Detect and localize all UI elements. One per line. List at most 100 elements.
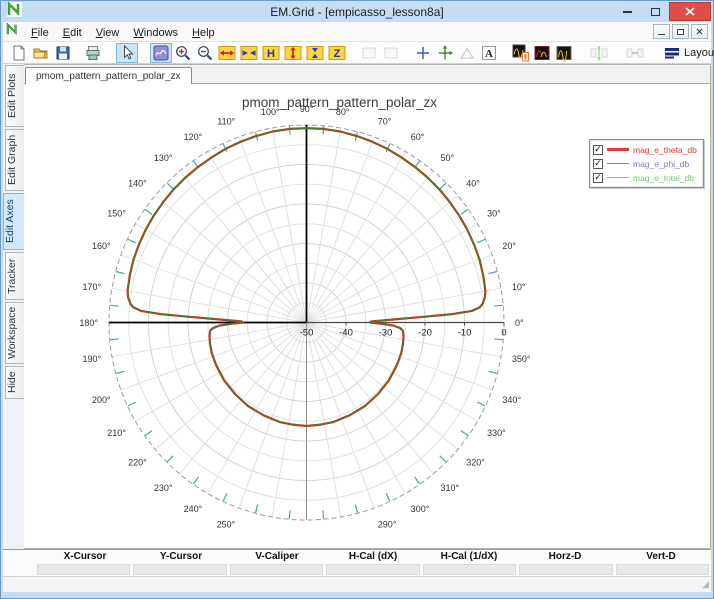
- menu-bar: FileEditViewWindowsHelp: [3, 22, 711, 42]
- readout-value-cell: [616, 564, 709, 575]
- menu-help[interactable]: Help: [185, 25, 222, 41]
- sidebar-tab-hide[interactable]: Hide: [5, 366, 24, 399]
- radial-tick-label: -40: [339, 328, 353, 339]
- plot-legend: ✓ mag_e_theta_db ✓ mag_e_phi_db ✓ mag_e_total…: [589, 139, 704, 188]
- sidebar-tab-edit-graph[interactable]: Edit Graph: [5, 129, 24, 191]
- compress-y-button[interactable]: [304, 43, 326, 63]
- angle-minor-tick: [477, 402, 485, 406]
- document-logo-icon[interactable]: [6, 23, 19, 41]
- fit-x-button[interactable]: H: [260, 43, 282, 63]
- angle-label: 320°: [466, 458, 485, 468]
- angle-label: 60°: [411, 132, 425, 142]
- legend-checkbox-mag_e_phi_db[interactable]: ✓: [593, 159, 603, 169]
- plot-style-yellow-button[interactable]: [554, 43, 576, 63]
- minimize-button[interactable]: [613, 2, 641, 21]
- sidebar-tab-tracker[interactable]: Tracker: [5, 252, 24, 300]
- align-horizontal-icon: [626, 44, 644, 62]
- readout-value-cell: [37, 564, 130, 575]
- angle-minor-tick: [289, 510, 290, 518]
- text-label-icon: A: [480, 44, 498, 62]
- angle-minor-tick: [128, 239, 136, 243]
- crosshair-button[interactable]: [412, 43, 434, 63]
- readout-value-cell: [519, 564, 612, 575]
- angle-minor-tick: [167, 456, 173, 462]
- angle-label: 260°: [261, 529, 280, 530]
- angle-label: 350°: [512, 354, 531, 364]
- compress-x-icon: [240, 44, 258, 62]
- mdi-minimize-button[interactable]: [653, 24, 670, 39]
- menu-file[interactable]: File: [24, 25, 56, 41]
- marker-triangle-button[interactable]: [456, 43, 478, 63]
- sidebar-tabstrip: Edit Plots Edit Graph Edit Axes Tracker Work…: [3, 64, 24, 549]
- sidebar-tab-edit-axes[interactable]: Edit Axes: [3, 193, 24, 250]
- expand-x-button[interactable]: [216, 43, 238, 63]
- tab-pmom-pattern-polar-zx[interactable]: pmom_pattern_pattern_polar_zx: [25, 67, 192, 84]
- menu-edit[interactable]: Edit: [56, 25, 89, 41]
- angle-label: 180°: [79, 318, 98, 328]
- angle-label: 20°: [502, 241, 516, 251]
- fit-y-icon: Z: [328, 44, 346, 62]
- compress-x-button[interactable]: [238, 43, 260, 63]
- menu-view[interactable]: View: [89, 25, 127, 41]
- angle-minor-tick: [116, 272, 124, 274]
- zoom-region-button[interactable]: [150, 43, 172, 63]
- client-area: pmom_pattern_pattern_polar_zx -50-40-30-…: [24, 64, 711, 549]
- document-tab-bar: pmom_pattern_pattern_polar_zx: [24, 65, 710, 84]
- zoom-region-icon: [152, 44, 170, 62]
- plot-style-red-button[interactable]: [532, 43, 554, 63]
- text-label-button[interactable]: A: [478, 43, 500, 63]
- legend-label: mag_e_theta_db: [633, 145, 697, 155]
- angle-label: 220°: [128, 458, 147, 468]
- legend-checkbox-mag_e_theta_db[interactable]: ✓: [593, 145, 603, 155]
- mdi-close-button[interactable]: [691, 24, 708, 39]
- legend-row: ✓ mag_e_theta_db: [593, 143, 697, 156]
- box-outline-2-button[interactable]: [380, 43, 402, 63]
- zoom-in-icon: [174, 44, 192, 62]
- save-button[interactable]: [52, 43, 74, 63]
- legend-checkbox-mag_e_total_db[interactable]: ✓: [593, 173, 603, 183]
- plot-style-dark-button[interactable]: [510, 43, 532, 63]
- new-file-button[interactable]: [8, 43, 30, 63]
- expand-y-button[interactable]: [282, 43, 304, 63]
- maximize-button[interactable]: [641, 2, 669, 21]
- angle-minor-tick: [323, 510, 324, 518]
- angle-label: 170°: [83, 282, 102, 292]
- sidebar-tab-workspace[interactable]: Workspace: [5, 302, 24, 364]
- angle-label: 40°: [466, 178, 480, 188]
- align-horizontal-button[interactable]: [624, 43, 646, 63]
- angle-label: 290°: [378, 519, 397, 529]
- angle-minor-tick: [440, 456, 446, 462]
- angle-label: 300°: [411, 504, 430, 514]
- zoom-in-button[interactable]: [172, 43, 194, 63]
- legend-label: mag_e_phi_db: [633, 159, 689, 169]
- resize-grip[interactable]: ◢: [702, 579, 709, 590]
- angle-label: 250°: [217, 519, 236, 529]
- expand-x-icon: [218, 44, 236, 62]
- angle-label: 150°: [107, 208, 126, 218]
- open-file-button[interactable]: [30, 43, 52, 63]
- readout-header-x-cursor: X-Cursor: [37, 551, 133, 564]
- align-vertical-button[interactable]: [588, 43, 610, 63]
- sidebar-tab-edit-plots[interactable]: Edit Plots: [5, 65, 24, 127]
- angle-minor-tick: [489, 272, 497, 274]
- plot-style-dark-icon: [512, 44, 530, 62]
- close-button[interactable]: [669, 2, 711, 21]
- print-button[interactable]: [82, 43, 104, 63]
- tracker-readout-bar: X-CursorY-CursorV-CaliperH-Cal (dX)H-Cal…: [3, 549, 711, 576]
- legend-label: mag_e_total_db: [633, 173, 694, 183]
- angle-label: 190°: [83, 354, 102, 364]
- radial-tick-label: -20: [418, 328, 432, 339]
- menu-windows[interactable]: Windows: [126, 25, 185, 41]
- angle-label: 50°: [441, 153, 455, 163]
- fit-y-button[interactable]: Z: [326, 43, 348, 63]
- radial-tick-label: 0: [501, 328, 506, 339]
- mdi-restore-button[interactable]: [672, 24, 689, 39]
- layout-menu-button[interactable]: Layout ▼: [658, 45, 714, 61]
- box-outline-button[interactable]: [358, 43, 380, 63]
- plot-panel: -50-40-30-20-1000°10°20°30°40°50°60°70°8…: [24, 84, 710, 548]
- angle-minor-tick: [415, 477, 420, 484]
- select-arrow-button[interactable]: [116, 43, 138, 63]
- zoom-out-button[interactable]: [194, 43, 216, 63]
- tracker-axes-button[interactable]: [434, 43, 456, 63]
- angle-label: 10°: [512, 282, 526, 292]
